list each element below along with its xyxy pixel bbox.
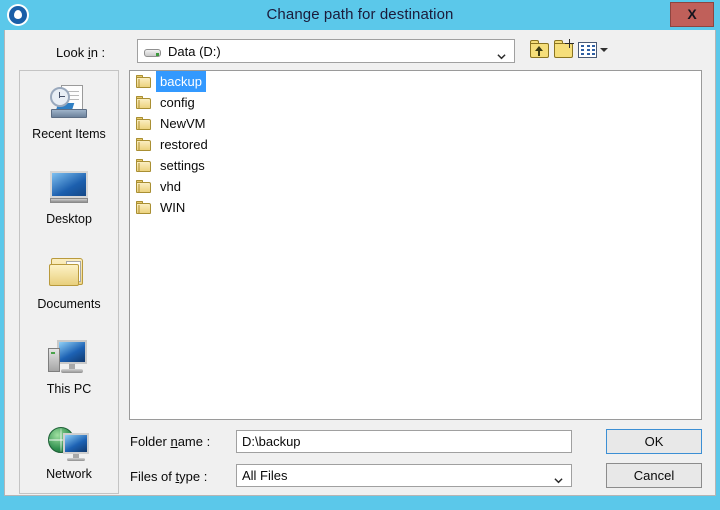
folder-icon	[136, 138, 151, 151]
look-in-value: Data (D:)	[168, 44, 221, 59]
cancel-button[interactable]: Cancel	[606, 463, 702, 488]
recent-items-icon	[45, 81, 93, 125]
sparkle-icon	[565, 39, 574, 48]
folder-icon	[136, 180, 151, 193]
create-new-folder-button[interactable]	[552, 38, 576, 62]
change-path-dialog: Change path for destination X Look in : …	[0, 0, 720, 510]
folder-icon	[136, 117, 151, 130]
folder-icon	[136, 159, 151, 172]
chevron-down-icon	[497, 48, 506, 60]
list-item[interactable]: settings	[130, 155, 701, 176]
folder-icon	[136, 75, 151, 88]
title-bar: Change path for destination X	[0, 0, 720, 30]
files-of-type-combobox[interactable]: All Files	[236, 464, 572, 487]
list-item[interactable]: config	[130, 92, 701, 113]
list-item-label: config	[160, 95, 195, 110]
folder-icon	[136, 96, 151, 109]
places-item-label: Recent Items	[32, 127, 106, 141]
list-item[interactable]: vhd	[130, 176, 701, 197]
documents-folder-icon	[45, 251, 93, 295]
places-item-label: Documents	[37, 297, 101, 311]
folder-list[interactable]: backup config NewVM restored settings vh…	[129, 70, 702, 420]
list-item-label: NewVM	[160, 116, 206, 131]
ok-button[interactable]: OK	[606, 429, 702, 454]
chevron-down-icon	[600, 48, 608, 52]
list-item-label: backup	[156, 71, 206, 92]
places-item-network[interactable]: Network	[20, 415, 118, 495]
views-dropdown-button[interactable]	[576, 38, 612, 62]
files-of-type-value: All Files	[242, 468, 288, 483]
files-of-type-label: Files of type :	[130, 469, 208, 484]
places-item-label: Desktop	[46, 212, 92, 226]
list-item[interactable]: backup	[130, 71, 701, 92]
list-item-label: restored	[160, 137, 208, 152]
views-grid-icon	[578, 42, 597, 58]
places-item-recent-items[interactable]: Recent Items	[20, 75, 118, 155]
places-item-documents[interactable]: Documents	[20, 245, 118, 325]
list-item-label: settings	[160, 158, 205, 173]
folder-icon	[136, 201, 151, 214]
places-sidebar: Recent Items Desktop Documents This PC N…	[19, 70, 119, 494]
places-item-label: This PC	[46, 382, 92, 396]
close-button[interactable]: X	[670, 2, 714, 27]
list-item-label: WIN	[160, 200, 186, 215]
folder-name-label: Folder name :	[130, 434, 211, 449]
folder-name-input[interactable]: D:\backup	[236, 430, 572, 453]
network-globe-icon	[45, 421, 93, 465]
places-item-this-pc[interactable]: This PC	[20, 330, 118, 410]
places-item-label: Network	[46, 467, 92, 481]
window-title: Change path for destination	[266, 6, 454, 23]
chevron-down-icon	[554, 472, 563, 490]
desktop-monitor-icon	[45, 166, 93, 210]
up-one-level-button[interactable]	[528, 38, 552, 62]
look-in-combobox[interactable]: Data (D:)	[137, 39, 515, 63]
drive-icon	[144, 47, 161, 58]
places-item-desktop[interactable]: Desktop	[20, 160, 118, 240]
list-item-label: vhd	[160, 179, 181, 194]
look-in-label: Look in :	[56, 45, 106, 60]
list-item[interactable]: NewVM	[130, 113, 701, 134]
list-item[interactable]: restored	[130, 134, 701, 155]
list-item[interactable]: WIN	[130, 197, 701, 218]
this-pc-computer-icon	[45, 336, 93, 380]
